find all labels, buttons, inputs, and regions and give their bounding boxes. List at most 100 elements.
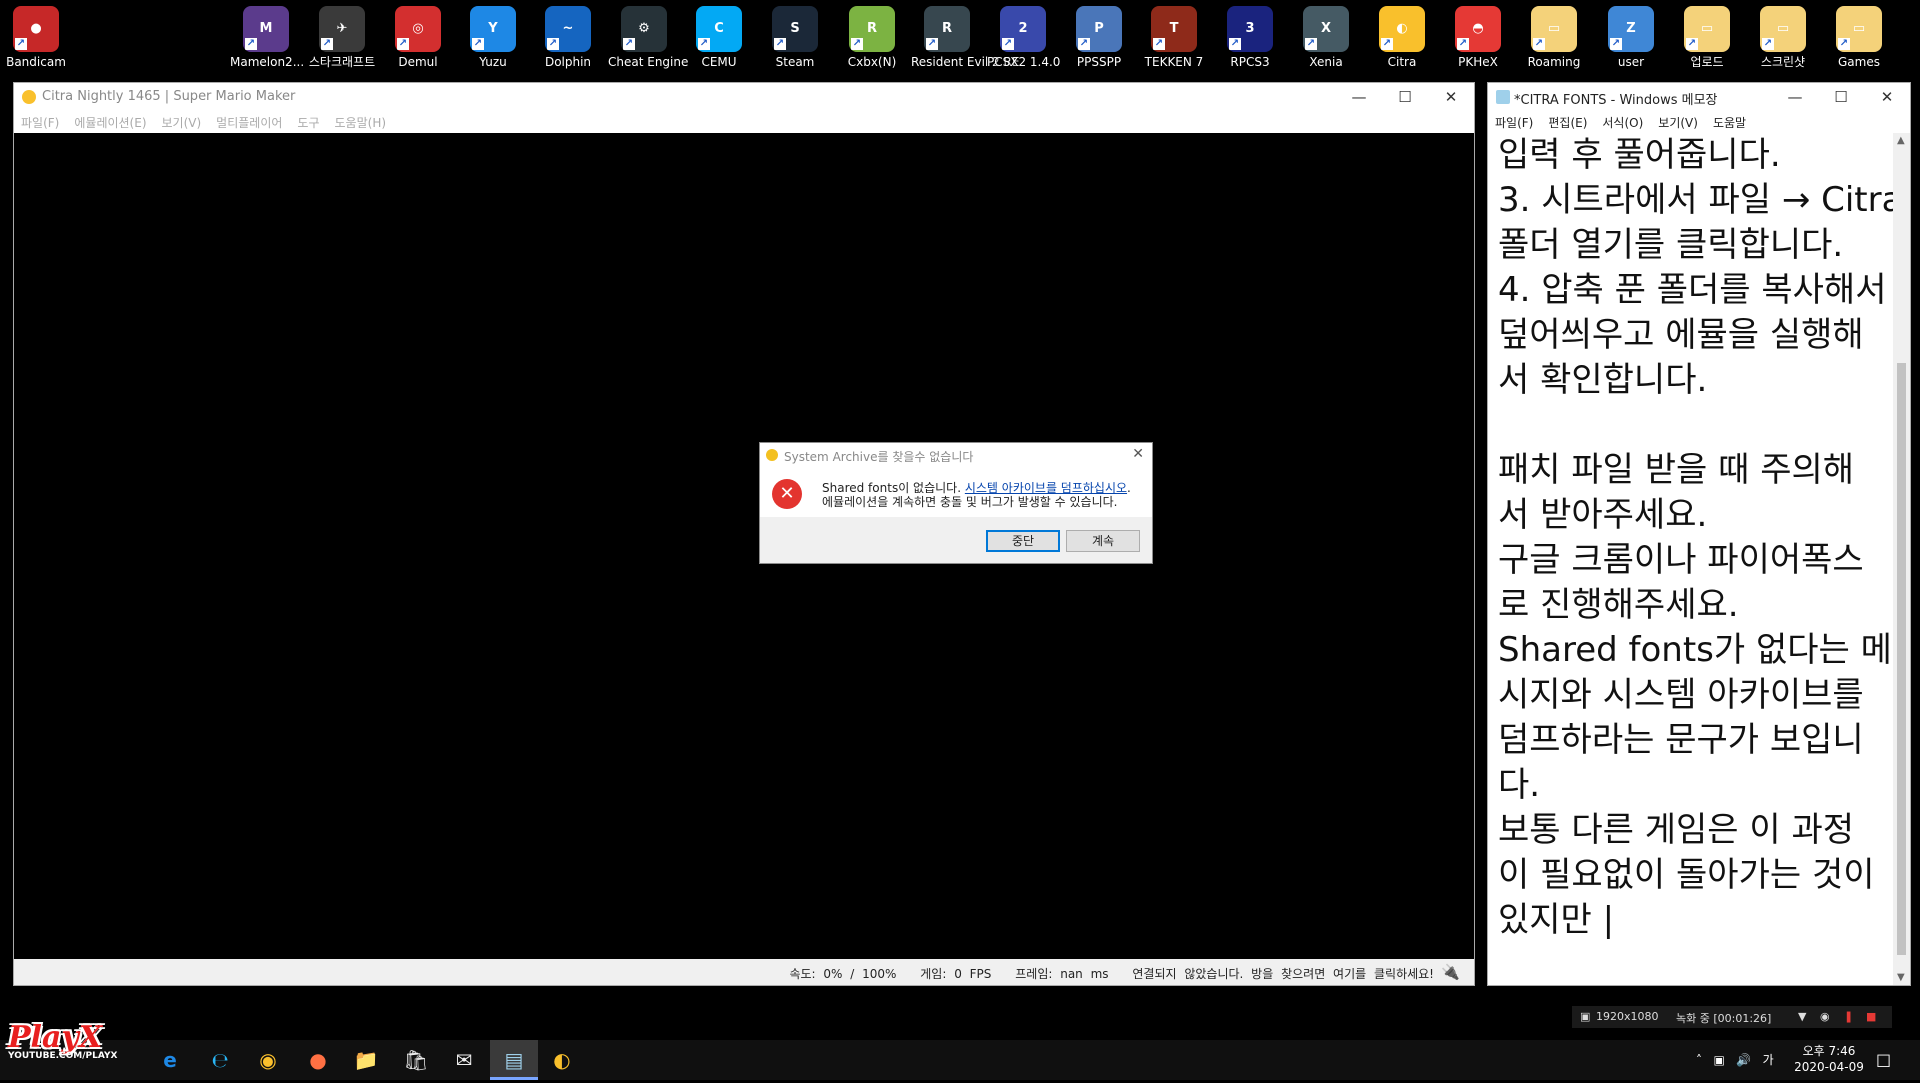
- desktop-shortcut[interactable]: C ↗ CEMU: [683, 4, 755, 80]
- desktop-shortcut[interactable]: ◐ ↗ Citra: [1366, 4, 1438, 80]
- shortcut-arrow-icon: ↗: [397, 38, 409, 50]
- edge-icon[interactable]: e: [146, 1040, 194, 1080]
- desktop-shortcut[interactable]: P ↗ PPSSPP: [1063, 4, 1135, 80]
- text-line: 폴더 열기를 클릭합니다.: [1498, 225, 1844, 265]
- menu-view[interactable]: 보기(V): [155, 111, 210, 131]
- close-button[interactable]: ✕: [1864, 83, 1910, 111]
- network-icon[interactable]: 🔌: [1441, 963, 1460, 981]
- desktop-shortcut[interactable]: ▭ ↗ Roaming: [1518, 4, 1590, 80]
- desktop-shortcut-label: Dolphin: [544, 55, 592, 69]
- text-line: 덮어씌우고 에뮬을 실행해: [1498, 315, 1864, 355]
- text-line: 4. 압축 푼 폴더를 복사해서: [1498, 270, 1887, 310]
- vertical-scrollbar[interactable]: ▲ ▼: [1893, 133, 1910, 985]
- dropdown-icon[interactable]: ▼: [1798, 1010, 1806, 1023]
- menu-format[interactable]: 서식(O): [1595, 111, 1651, 131]
- desktop-shortcut[interactable]: S ↗ Steam: [759, 4, 831, 80]
- maximize-button[interactable]: ☐: [1818, 83, 1864, 111]
- store-icon[interactable]: 🛍: [392, 1040, 440, 1080]
- internet-explorer-icon[interactable]: ℮: [196, 1040, 244, 1080]
- text-line: 덤프하라는 문구가 보입니: [1498, 720, 1864, 760]
- text-line: 있지만 |: [1498, 900, 1615, 940]
- desktop-shortcut[interactable]: ✈ ↗ 스타크래프트: [306, 4, 378, 80]
- shortcut-arrow-icon: ↗: [1533, 38, 1545, 50]
- file-explorer-icon[interactable]: 📁: [342, 1040, 390, 1080]
- scrollbar-thumb[interactable]: [1897, 363, 1906, 955]
- desktop-shortcut[interactable]: 3 ↗ RPCS3: [1214, 4, 1286, 80]
- desktop-shortcut[interactable]: T ↗ TEKKEN 7: [1138, 4, 1210, 80]
- citra-titlebar[interactable]: Citra Nightly 1465 | Super Mario Maker —…: [14, 83, 1474, 111]
- abort-button[interactable]: 중단: [986, 530, 1060, 552]
- notepad-text-area[interactable]: 입력 후 풀어줍니다. 3. 시트라에서 파일 → Citra 폴더 열기를 클릭합…: [1488, 133, 1893, 985]
- citra-app-icon: [22, 90, 36, 104]
- app-icon: ◐ ↗: [1379, 6, 1425, 52]
- desktop-shortcut[interactable]: R ↗ Resident Evil 2 RE: [911, 4, 1019, 80]
- chrome-icon[interactable]: ◉: [244, 1040, 292, 1080]
- status-network[interactable]: 연결되지 않았습니다. 방을 찾으려면 여기를 클릭하세요!: [1132, 967, 1434, 981]
- clock-date: 2020-04-09: [1794, 1060, 1864, 1074]
- menu-help[interactable]: 도움말(H): [328, 111, 395, 131]
- camera-icon[interactable]: ◉: [1820, 1010, 1830, 1023]
- scroll-down-icon[interactable]: ▼: [1897, 972, 1905, 983]
- text-line: 패치 파일 받을 때 주의해: [1498, 450, 1855, 490]
- desktop-icons-row: ● ↗ Bandicam M ↗ Mamelon2... ✈ ↗ 스타크래프트 ◎ ↗ Demul Y ↗…: [0, 0, 1920, 82]
- menu-multiplayer[interactable]: 멀티플레이어: [209, 111, 290, 131]
- menu-edit[interactable]: 편집(E): [1541, 111, 1595, 131]
- desktop-shortcut[interactable]: ◎ ↗ Demul: [382, 4, 454, 80]
- menu-file[interactable]: 파일(F): [1488, 111, 1541, 131]
- stop-icon[interactable]: ■: [1866, 1010, 1876, 1023]
- app-icon: T ↗: [1151, 6, 1197, 52]
- app-icon: S ↗: [772, 6, 818, 52]
- citra-task-icon[interactable]: ◐: [538, 1040, 586, 1080]
- menu-tools[interactable]: 도구: [290, 111, 327, 131]
- shortcut-arrow-icon: ↗: [321, 38, 333, 50]
- desktop-shortcut-label: Roaming: [1527, 55, 1581, 69]
- text-line: 3. 시트라에서 파일 → Citra: [1498, 180, 1893, 220]
- notepad-task-icon[interactable]: ▤: [490, 1040, 538, 1080]
- menu-file[interactable]: 파일(F): [14, 111, 67, 131]
- desktop-shortcut[interactable]: ▭ ↗ 업로드: [1671, 4, 1743, 80]
- notification-icon[interactable]: □: [1876, 1040, 1891, 1080]
- desktop-shortcut[interactable]: ● ↗ Bandicam: [0, 4, 72, 80]
- desktop-shortcut[interactable]: ▭ ↗ 스크린샷: [1747, 4, 1819, 80]
- desktop-shortcut[interactable]: M ↗ Mamelon2...: [230, 4, 304, 80]
- emulator-render-area[interactable]: [14, 133, 1474, 960]
- desktop-shortcut[interactable]: 2 ↗ PCSX2 1.4.0: [987, 4, 1060, 80]
- maximize-button[interactable]: ☐: [1382, 83, 1428, 111]
- dialog-close-button[interactable]: ✕: [1132, 446, 1144, 462]
- network-icon[interactable]: ▣: [1713, 1053, 1724, 1067]
- desktop-shortcut[interactable]: ~ ↗ Dolphin: [532, 4, 604, 80]
- continue-button[interactable]: 계속: [1066, 530, 1140, 552]
- close-button[interactable]: ✕: [1428, 83, 1474, 111]
- desktop-shortcut[interactable]: Z ↗ user: [1595, 4, 1667, 80]
- text-line: 서 확인합니다.: [1498, 360, 1708, 400]
- firefox-icon[interactable]: ●: [294, 1040, 342, 1080]
- app-icon: R ↗: [924, 6, 970, 52]
- ime-indicator[interactable]: 가: [1763, 1053, 1774, 1067]
- menu-help[interactable]: 도움말: [1706, 111, 1754, 131]
- minimize-button[interactable]: —: [1336, 83, 1382, 111]
- mail-icon[interactable]: ✉: [440, 1040, 488, 1080]
- desktop-shortcut[interactable]: X ↗ Xenia: [1290, 4, 1362, 80]
- dialog-body: ✕ Shared fonts이 없습니다. 시스템 아카이브를 덤프하십시오. …: [760, 467, 1152, 517]
- tray-icons: ˄ ▣ 🔊 가: [1696, 1040, 1774, 1080]
- error-icon: ✕: [772, 479, 802, 509]
- pause-icon[interactable]: ❚: [1844, 1010, 1853, 1023]
- app-icon: R ↗: [849, 6, 895, 52]
- desktop-shortcut[interactable]: ◓ ↗ PKHeX: [1442, 4, 1514, 80]
- menu-emulation[interactable]: 에뮬레이션(E): [67, 111, 154, 131]
- desktop-shortcut[interactable]: ▭ ↗ Games: [1823, 4, 1895, 80]
- desktop-shortcut[interactable]: R ↗ Cxbx(N): [836, 4, 908, 80]
- scroll-up-icon[interactable]: ▲: [1897, 135, 1905, 146]
- dialog-titlebar[interactable]: System Archive를 찾을수 없습니다 ✕: [760, 443, 1152, 467]
- desktop-shortcut-label: Xenia: [1309, 55, 1343, 69]
- minimize-button[interactable]: —: [1772, 83, 1818, 111]
- text-line: 입력 후 풀어줍니다.: [1498, 135, 1781, 175]
- volume-icon[interactable]: 🔊: [1736, 1053, 1751, 1067]
- desktop-shortcut[interactable]: ⚙ ↗ Cheat Engine: [608, 4, 688, 80]
- notepad-window-title: *CITRA FONTS - Windows 메모장: [1514, 93, 1718, 108]
- menu-view[interactable]: 보기(V): [1651, 111, 1706, 131]
- desktop-shortcut[interactable]: Y ↗ Yuzu: [457, 4, 529, 80]
- chevron-up-icon[interactable]: ˄: [1696, 1053, 1702, 1067]
- clock[interactable]: 오후 7:46 2020-04-09: [1794, 1043, 1864, 1083]
- notepad-titlebar[interactable]: *CITRA FONTS - Windows 메모장 — ☐ ✕: [1488, 83, 1910, 111]
